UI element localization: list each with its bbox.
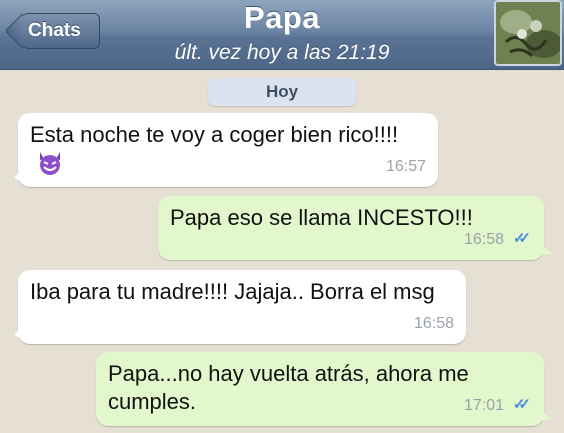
message-bubble-incoming[interactable]: Iba para tu madre!!!! Jajaja.. Borra el … [18,270,466,344]
message-text: Esta noche te voy a coger bien rico!!!! [30,122,399,147]
message-bubble-outgoing[interactable]: Papa...no hay vuelta atrás, ahora me cum… [96,352,544,426]
message-time: 16:58 [463,231,504,248]
message-time: 17:01 [463,397,504,414]
day-separator: Hoy [208,78,356,106]
message-time: 16:57 [385,158,426,175]
last-seen-status: últ. vez hoy a las 21:19 [174,41,390,64]
back-button-label: Chats [28,20,81,41]
read-double-check-icon: ✓✓ [512,396,531,413]
read-double-check-icon: ✓✓ [512,230,531,247]
message-text: Iba para tu madre!!!! Jajaja.. Borra el … [30,279,435,304]
message-time: 16:58 [413,315,454,332]
message-bubble-incoming[interactable]: Esta noche te voy a coger bien rico!!!! … [18,113,438,187]
smiling-devil-emoji-icon [40,152,60,175]
chat-header: Chats Papa últ. vez hoy a las 21:19 [0,0,564,70]
contact-avatar[interactable] [494,0,562,66]
message-bubble-outgoing[interactable]: Papa eso se llama INCESTO!!! 16:58 ✓✓ [158,196,544,260]
avatar-photo-icon [496,2,560,64]
message-text-wrap: Esta noche te voy a coger bien rico!!!! [30,121,426,177]
contact-name[interactable]: Papa [0,0,564,36]
